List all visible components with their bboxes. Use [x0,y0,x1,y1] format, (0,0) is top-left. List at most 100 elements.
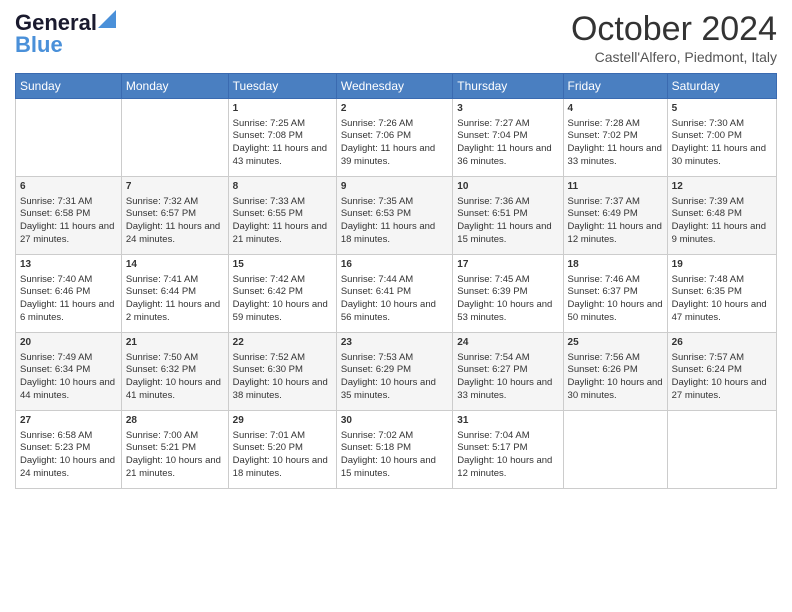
calendar-cell: 11Sunrise: 7:37 AMSunset: 6:49 PMDayligh… [563,177,667,255]
sunset-text: Sunset: 6:46 PM [20,286,90,297]
day-number: 22 [233,336,332,350]
sunset-text: Sunset: 7:06 PM [341,130,411,141]
sunrise-text: Sunrise: 7:26 AM [341,118,413,129]
calendar-cell [667,411,776,489]
sunset-text: Sunset: 6:51 PM [457,208,527,219]
sunrise-text: Sunrise: 7:45 AM [457,274,529,285]
sunrise-text: Sunrise: 7:57 AM [672,352,744,363]
daylight-text: Daylight: 11 hours and 33 minutes. [568,143,662,167]
daylight-text: Daylight: 11 hours and 36 minutes. [457,143,551,167]
weekday-header-row: Sunday Monday Tuesday Wednesday Thursday… [16,74,777,99]
calendar-cell: 13Sunrise: 7:40 AMSunset: 6:46 PMDayligh… [16,255,122,333]
day-number: 24 [457,336,558,350]
week-row-3: 13Sunrise: 7:40 AMSunset: 6:46 PMDayligh… [16,255,777,333]
header-thursday: Thursday [453,74,563,99]
day-number: 15 [233,258,332,272]
day-number: 27 [20,414,117,428]
daylight-text: Daylight: 11 hours and 24 minutes. [126,221,220,245]
header-sunday: Sunday [16,74,122,99]
calendar-cell: 2Sunrise: 7:26 AMSunset: 7:06 PMDaylight… [336,99,452,177]
calendar-cell: 31 Sunrise: 7:04 AMSunset: 5:17 PM Dayligh… [453,411,563,489]
day-number: 7 [126,180,224,194]
sunrise-text: Sunrise: 7:44 AM [341,274,413,285]
daylight-text: Daylight: 10 hours and 44 minutes. [20,377,115,401]
header-wednesday: Wednesday [336,74,452,99]
daylight-text: Daylight: 10 hours and 53 minutes. [457,299,552,323]
sunset-text: Sunset: 6:24 PM [672,364,742,375]
daylight-text: Daylight: 10 hours and 27 minutes. [672,377,767,401]
calendar-cell: 17Sunrise: 7:45 AMSunset: 6:39 PMDayligh… [453,255,563,333]
sunrise-text: Sunrise: 7:32 AM [126,196,198,207]
page-container: General Blue October 2024 Castell'Alfero… [0,0,792,499]
daylight-text: Daylight: 10 hours and 24 minutes. [20,455,115,479]
sunset-text: Sunset: 5:17 PM [457,442,527,453]
day-number: 20 [20,336,117,350]
sunset-text: Sunset: 6:48 PM [672,208,742,219]
daylight-text: Daylight: 11 hours and 18 minutes. [341,221,435,245]
sunrise-text: Sunrise: 7:25 AM [233,118,305,129]
calendar-cell: 16Sunrise: 7:44 AMSunset: 6:41 PMDayligh… [336,255,452,333]
sunrise-text: Sunrise: 7:54 AM [457,352,529,363]
sunrise-text: Sunrise: 7:30 AM [672,118,744,129]
sunset-text: Sunset: 6:44 PM [126,286,196,297]
calendar-cell: 26 Sunrise: 7:57 AMSunset: 6:24 PM Dayligh… [667,333,776,411]
sunset-text: Sunset: 7:02 PM [568,130,638,141]
calendar-cell: 28Sunrise: 7:00 AMSunset: 5:21 PMDayligh… [121,411,228,489]
sunset-text: Sunset: 5:23 PM [20,442,90,453]
sunrise-text: Sunrise: 7:27 AM [457,118,529,129]
day-number: 23 [341,336,448,350]
header-monday: Monday [121,74,228,99]
sunrise-text: Sunrise: 7:35 AM [341,196,413,207]
sunrise-text: Sunrise: 7:04 AM [457,430,529,441]
day-number: 2 [341,102,448,116]
daylight-text: Daylight: 10 hours and 38 minutes. [233,377,328,401]
sunset-text: Sunset: 6:58 PM [20,208,90,219]
calendar-cell: 25Sunrise: 7:56 AMSunset: 6:26 PMDayligh… [563,333,667,411]
calendar-cell: 29Sunrise: 7:01 AMSunset: 5:20 PMDayligh… [228,411,336,489]
calendar-cell: 5Sunrise: 7:30 AMSunset: 7:00 PMDaylight… [667,99,776,177]
daylight-text: Daylight: 11 hours and 15 minutes. [457,221,551,245]
day-number: 13 [20,258,117,272]
sunrise-text: Sunrise: 7:50 AM [126,352,198,363]
calendar-cell: 3 Sunrise: 7:27 AMSunset: 7:04 PM Daylight… [453,99,563,177]
calendar-cell [121,99,228,177]
daylight-text: Daylight: 11 hours and 43 minutes. [233,143,327,167]
sunset-text: Sunset: 6:49 PM [568,208,638,219]
day-number: 8 [233,180,332,194]
day-number: 3 [457,102,558,116]
sunset-text: Sunset: 6:30 PM [233,364,303,375]
daylight-text: Daylight: 10 hours and 30 minutes. [568,377,663,401]
sunset-text: Sunset: 6:26 PM [568,364,638,375]
sunset-text: Sunset: 7:04 PM [457,130,527,141]
day-number: 26 [672,336,772,350]
sunset-text: Sunset: 6:29 PM [341,364,411,375]
day-number: 30 [341,414,448,428]
calendar-cell: 15Sunrise: 7:42 AMSunset: 6:42 PMDayligh… [228,255,336,333]
calendar-cell: 19Sunrise: 7:48 AMSunset: 6:35 PMDayligh… [667,255,776,333]
calendar-cell: 20Sunrise: 7:49 AMSunset: 6:34 PMDayligh… [16,333,122,411]
daylight-text: Daylight: 10 hours and 21 minutes. [126,455,221,479]
header: General Blue October 2024 Castell'Alfero… [15,10,777,65]
day-number: 18 [568,258,663,272]
week-row-2: 6Sunrise: 7:31 AMSunset: 6:58 PMDaylight… [16,177,777,255]
day-number: 16 [341,258,448,272]
calendar-cell: 10Sunrise: 7:36 AMSunset: 6:51 PMDayligh… [453,177,563,255]
sunrise-text: Sunrise: 7:49 AM [20,352,92,363]
sunset-text: Sunset: 6:35 PM [672,286,742,297]
sunset-text: Sunset: 5:21 PM [126,442,196,453]
daylight-text: Daylight: 10 hours and 12 minutes. [457,455,552,479]
sunrise-text: Sunrise: 7:41 AM [126,274,198,285]
sunrise-text: Sunrise: 7:01 AM [233,430,305,441]
month-title: October 2024 [571,10,777,49]
calendar-cell: 18Sunrise: 7:46 AMSunset: 6:37 PMDayligh… [563,255,667,333]
calendar-cell: 24Sunrise: 7:54 AMSunset: 6:27 PMDayligh… [453,333,563,411]
sunset-text: Sunset: 6:57 PM [126,208,196,219]
calendar-cell: 4Sunrise: 7:28 AMSunset: 7:02 PMDaylight… [563,99,667,177]
day-number: 5 [672,102,772,116]
daylight-text: Daylight: 11 hours and 6 minutes. [20,299,114,323]
day-number: 17 [457,258,558,272]
day-number: 31 [457,414,558,428]
calendar-cell: 6Sunrise: 7:31 AMSunset: 6:58 PMDaylight… [16,177,122,255]
day-number: 14 [126,258,224,272]
day-number: 6 [20,180,117,194]
